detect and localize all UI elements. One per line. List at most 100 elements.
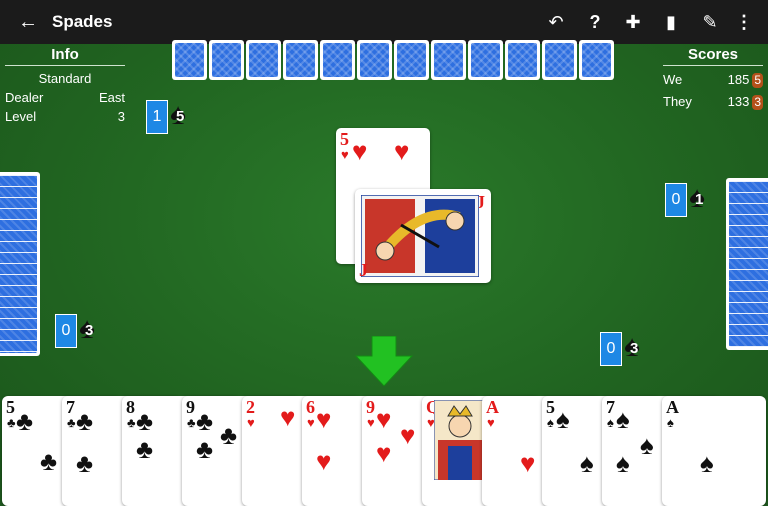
help-icon[interactable]: ? [582,10,608,34]
card-rank: 2 [246,397,255,417]
heart-icon: ♥ [376,438,392,468]
trick-card-south: J ♥ J [355,189,491,283]
east-bid-value: 1 [695,191,704,208]
card-rank: A [486,397,499,417]
app-bar: ← Spades ↶ ? ✚ ▮ ✎ ⋮ [0,0,768,44]
card-back [283,40,318,80]
club-icon: ♣ [76,448,94,478]
card-back [505,40,540,80]
north-tricks: 1 [146,100,168,134]
heart-icon: ♥ [367,415,375,430]
heart-icon: ♥ [341,147,349,162]
card-back [172,40,207,80]
spade-icon: ♠ [607,415,614,430]
app-title: Spades [52,12,113,31]
spade-icon: ♠ 3 [79,312,95,345]
hand-card[interactable]: A ♠ ♠ [662,396,766,506]
dealer-row: Dealer East [5,88,125,107]
more-vert-icon[interactable]: ⋮ [731,10,757,34]
club-icon: ♣ [136,406,154,436]
west-bid: 0 ♠ 3 [55,312,105,348]
heart-icon: ♥ [487,415,495,430]
spade-icon: ♠ [667,415,674,430]
card-rank: 7 [66,397,75,417]
spade-icon: ♠ [616,404,630,434]
game-mode: Standard [38,71,92,86]
south-tricks: 0 [600,332,622,366]
card-rank: 5 [546,397,555,417]
west-tricks: 0 [55,314,77,348]
we-bags-badge: 5 [752,73,763,88]
card-back [246,40,281,80]
heart-icon: ♥ [400,420,416,450]
back-arrow-icon[interactable]: ← [18,10,38,34]
scores-panel[interactable]: Scores We 185 5 They 133 3 [663,46,763,111]
club-icon: ♣ [16,406,34,436]
card-rank: A [666,397,679,417]
card-back [542,40,577,80]
heart-icon: ♥ [307,415,315,430]
heart-icon: ♥ [394,136,410,166]
we-score: 185 [727,72,750,87]
dealer-label: Dealer [5,90,44,105]
card-rank: 7 [606,397,615,417]
player-hand: 5 ♣ ♣ ♣ 7 ♣ ♣ ♣ 8 ♣ ♣ ♣ 9 ♣ ♣ ♣ ♣ 2 ♥ ♥ … [0,396,768,506]
card-back-stack [0,172,40,356]
club-icon: ♣ [196,406,214,436]
scoresheet-icon[interactable]: ✎ [697,10,723,34]
spade-icon: ♠ 1 [689,181,705,214]
card-back [357,40,392,80]
card-rank: 8 [126,397,135,417]
card-rank-bottom: J [359,260,368,280]
east-tricks: 0 [665,183,687,217]
card-back [431,40,466,80]
club-icon: ♣ [187,415,196,430]
heart-icon: ♥ [280,402,296,432]
club-icon: ♣ [7,415,16,430]
heart-icon: ♥ [520,448,536,478]
card-back [394,40,429,80]
level-value: 3 [117,109,125,124]
cards-icon[interactable]: ▮ [658,10,684,34]
spade-icon: ♠ [700,448,714,478]
south-bid: 0 ♠ 3 [600,330,650,366]
card-back [579,40,614,80]
card-rank: 9 [366,397,375,417]
info-panel: Info Standard Dealer East Level 3 [5,46,125,126]
heart-icon: ♥ [316,446,332,476]
queen-face-image [434,400,486,480]
dpad-icon[interactable]: ✚ [620,10,646,34]
undo-icon[interactable]: ↶ [543,10,569,34]
they-row: They 133 3 [663,92,763,111]
we-row: We 185 5 [663,70,763,89]
club-icon: ♣ [196,434,214,464]
south-bid-value: 3 [630,340,639,357]
they-score: 133 [727,94,750,109]
east-bid: 0 ♠ 1 [665,181,715,217]
club-icon: ♣ [136,434,154,464]
heart-icon: ♥ [316,404,332,434]
we-label: We [663,72,683,87]
spade-icon: ♠ 5 [170,98,186,131]
they-label: They [663,94,692,109]
dealer-value: East [98,90,125,105]
scores-header: Scores [663,46,763,66]
heart-icon: ♥ [352,136,368,166]
card-back [468,40,503,80]
level-label: Level [5,109,37,124]
turn-arrow-icon [354,336,414,386]
west-bid-value: 3 [85,322,94,339]
club-icon: ♣ [76,406,94,436]
spade-icon: ♠ [556,404,570,434]
level-row: Level 3 [5,107,125,126]
west-hand [0,172,42,356]
spade-icon: ♠ 3 [624,330,640,363]
spade-icon: ♠ [547,415,554,430]
club-icon: ♣ [67,415,76,430]
card-back-stack [726,178,768,350]
east-hand [726,178,768,350]
club-icon: ♣ [220,420,238,450]
card-rank: 6 [306,397,315,417]
heart-icon: ♥ [376,404,392,434]
info-header: Info [5,46,125,66]
